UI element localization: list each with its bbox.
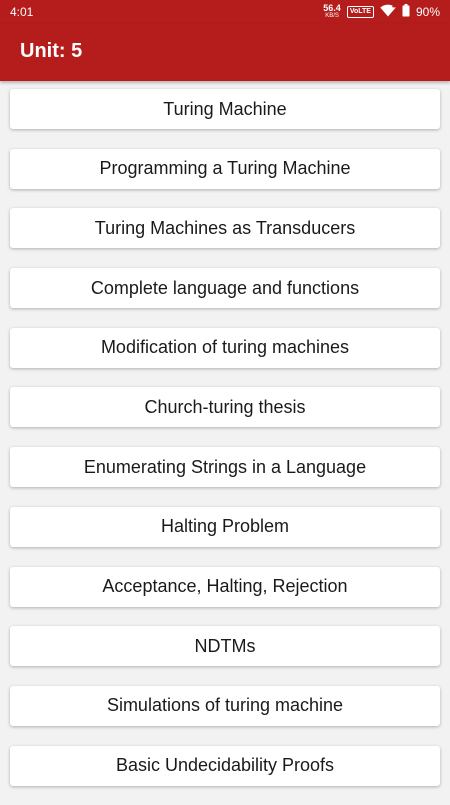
battery-icon [402, 4, 410, 20]
topic-button-church-turing-thesis[interactable]: Church-turing thesis [10, 387, 440, 428]
topic-list: Turing Machine Programming a Turing Mach… [10, 89, 440, 805]
status-time: 4:01 [10, 5, 34, 19]
topic-button-modification-of-turing-machines[interactable]: Modification of turing machines [10, 327, 440, 368]
topic-button-complete-language-and-functions[interactable]: Complete language and functions [10, 268, 440, 309]
topic-button-programming-a-turing-machine[interactable]: Programming a Turing Machine [10, 148, 440, 189]
wifi-icon [380, 4, 396, 20]
network-speed-value: 56.4 [323, 3, 341, 13]
page-title: Unit: 5 [20, 40, 83, 62]
topic-button-ndtms[interactable]: NDTMs [10, 626, 440, 667]
volte-badge: VoLTE [346, 6, 374, 18]
battery-percentage: 90% [415, 5, 440, 19]
status-bar: 4:01 56.4 KB/S VoLTE 90% [0, 0, 450, 24]
topic-button-acceptance-halting-rejection[interactable]: Acceptance, Halting, Rejection [10, 566, 440, 607]
app-bar: Unit: 5 [0, 24, 450, 81]
topic-button-halting-problem[interactable]: Halting Problem [10, 506, 440, 547]
network-speed-unit: KB/S [325, 13, 339, 19]
topic-button-enumerating-strings[interactable]: Enumerating Strings in a Language [10, 447, 440, 488]
status-icons: 56.4 KB/S VoLTE 90% [323, 2, 440, 22]
topic-button-turing-machines-as-transducers[interactable]: Turing Machines as Transducers [10, 208, 440, 249]
network-speed: 56.4 KB/S [323, 4, 341, 20]
topic-button-turing-machine[interactable]: Turing Machine [10, 89, 440, 129]
topic-button-basic-undecidability-proofs[interactable]: Basic Undecidability Proofs [10, 745, 440, 786]
topic-button-simulations-of-turing-machine[interactable]: Simulations of turing machine [10, 685, 440, 726]
